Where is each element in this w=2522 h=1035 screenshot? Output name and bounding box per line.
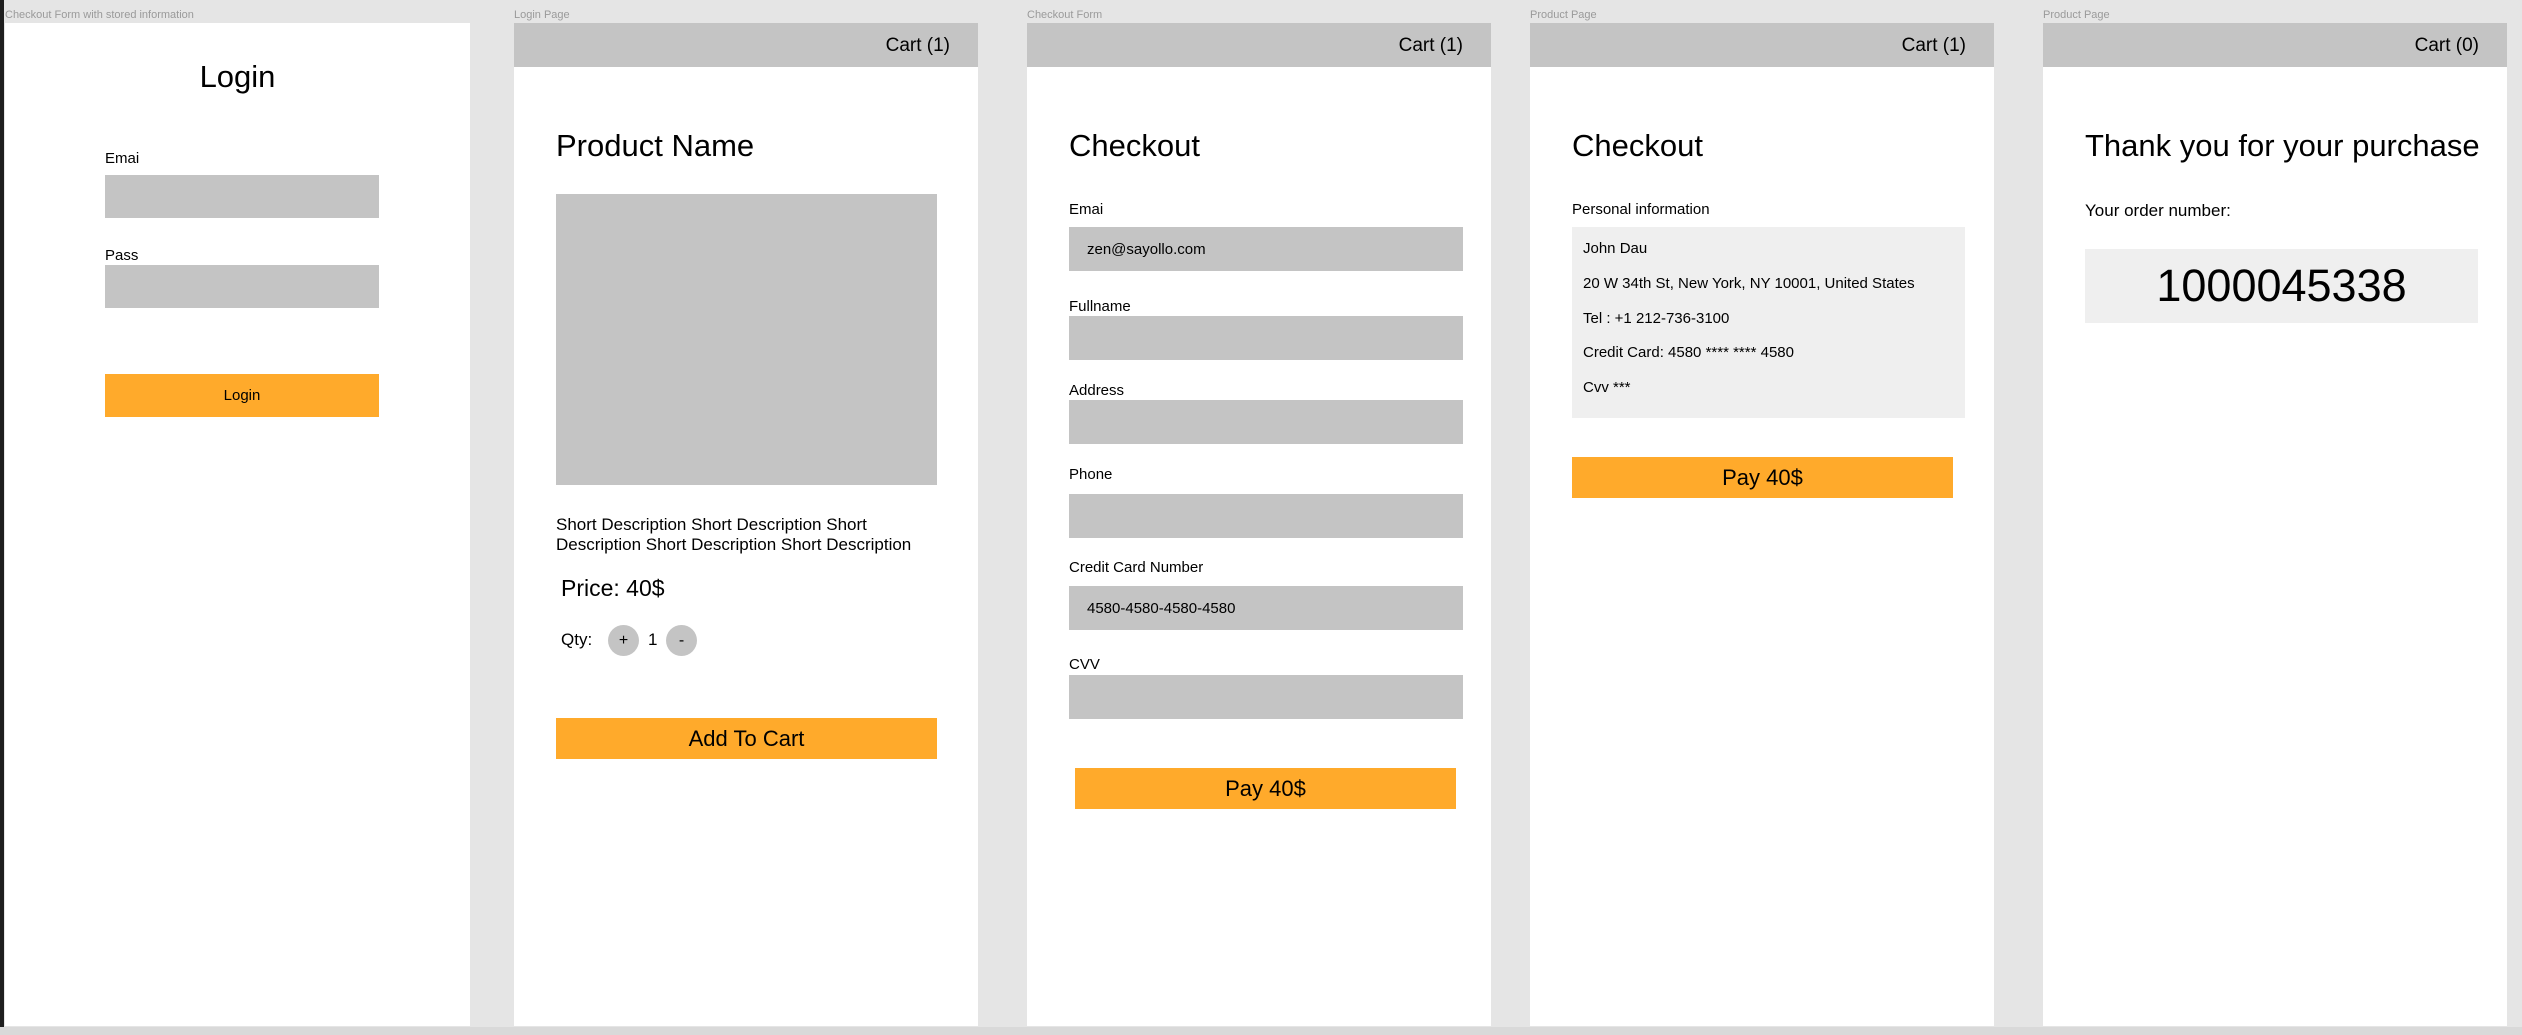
login-title: Login	[199, 59, 276, 94]
pass-label: Pass	[105, 247, 139, 264]
pay-button[interactable]: Pay 40$	[1572, 457, 1953, 498]
frame-caption-checkout-stored: Product Page	[1530, 9, 1597, 21]
frame-caption-thankyou: Product Page	[2043, 9, 2110, 21]
personal-info-label: Personal information	[1572, 201, 1710, 218]
frame-caption-login: Checkout Form with stored information	[5, 9, 194, 21]
frame-caption-product: Login Page	[514, 9, 570, 21]
pay-button[interactable]: Pay 40$	[1075, 768, 1456, 809]
email-field[interactable]: zen@sayollo.com	[1069, 227, 1463, 271]
order-number: 1000045338	[2085, 249, 2478, 323]
email-value: zen@sayollo.com	[1087, 240, 1206, 258]
product-description: Short Description Short Description Shor…	[556, 515, 912, 554]
info-name: John Dau	[1583, 240, 1648, 257]
qty-label: Qty:	[561, 630, 593, 649]
checkout-title: Checkout	[1069, 128, 1200, 163]
checkout-title: Checkout	[1572, 128, 1703, 163]
canvas-left-edge	[0, 0, 4, 1035]
cart-link[interactable]: Cart (1)	[1902, 35, 1966, 57]
top-bar: Cart (1)	[1027, 23, 1491, 67]
phone-field[interactable]	[1069, 494, 1463, 538]
cart-link[interactable]: Cart (0)	[2415, 35, 2479, 57]
checkout-frame: Cart (1) Checkout Emai zen@sayollo.com F…	[1027, 23, 1491, 1026]
order-number-label: Your order number:	[2085, 201, 2231, 220]
login-button[interactable]: Login	[105, 374, 379, 417]
info-phone: Tel : +1 212-736-3100	[1583, 310, 1730, 327]
card-number-label: Credit Card Number	[1069, 559, 1204, 576]
fullname-label: Fullname	[1069, 298, 1131, 315]
add-to-cart-button[interactable]: Add To Cart	[556, 718, 937, 759]
info-address: 20 W 34th St, New York, NY 10001, United…	[1583, 275, 1915, 292]
personal-info-panel: John Dau 20 W 34th St, New York, NY 1000…	[1572, 227, 1965, 418]
frame-caption-checkout: Checkout Form	[1027, 9, 1103, 21]
cart-link[interactable]: Cart (1)	[886, 35, 950, 57]
top-bar: Cart (0)	[2043, 23, 2507, 67]
product-price: Price: 40$	[561, 575, 665, 601]
cart-link[interactable]: Cart (1)	[1399, 35, 1463, 57]
login-frame: Login Emai Pass Login	[5, 23, 470, 1026]
card-number-value: 4580-4580-4580-4580	[1087, 599, 1236, 617]
qty-decrease-button[interactable]: -	[666, 625, 697, 656]
product-frame: Cart (1) Product Name Short Description …	[514, 23, 978, 1026]
address-field[interactable]	[1069, 400, 1463, 444]
info-cvv: Cvv ***	[1583, 379, 1631, 396]
pass-field[interactable]	[105, 265, 379, 308]
top-bar: Cart (1)	[1530, 23, 1994, 67]
cvv-label: CVV	[1069, 656, 1100, 673]
fullname-field[interactable]	[1069, 316, 1463, 360]
card-number-field[interactable]: 4580-4580-4580-4580	[1069, 586, 1463, 630]
checkout-stored-frame: Cart (1) Checkout Personal information J…	[1530, 23, 1994, 1026]
email-label: Emai	[105, 150, 140, 167]
phone-label: Phone	[1069, 466, 1113, 483]
product-title: Product Name	[556, 128, 755, 163]
thankyou-title: Thank you for your purchase	[2085, 128, 2480, 163]
top-bar: Cart (1)	[514, 23, 978, 67]
qty-increase-button[interactable]: +	[608, 625, 639, 656]
product-image-placeholder	[556, 194, 937, 485]
info-credit-card: Credit Card: 4580 **** **** 4580	[1583, 344, 1794, 361]
thankyou-frame: Cart (0) Thank you for your purchase You…	[2043, 23, 2507, 1026]
canvas-bottom-strip	[0, 1027, 2522, 1035]
email-label: Emai	[1069, 201, 1104, 218]
address-label: Address	[1069, 382, 1125, 399]
qty-value: 1	[648, 630, 658, 649]
cvv-field[interactable]	[1069, 675, 1463, 719]
email-field[interactable]	[105, 175, 379, 218]
